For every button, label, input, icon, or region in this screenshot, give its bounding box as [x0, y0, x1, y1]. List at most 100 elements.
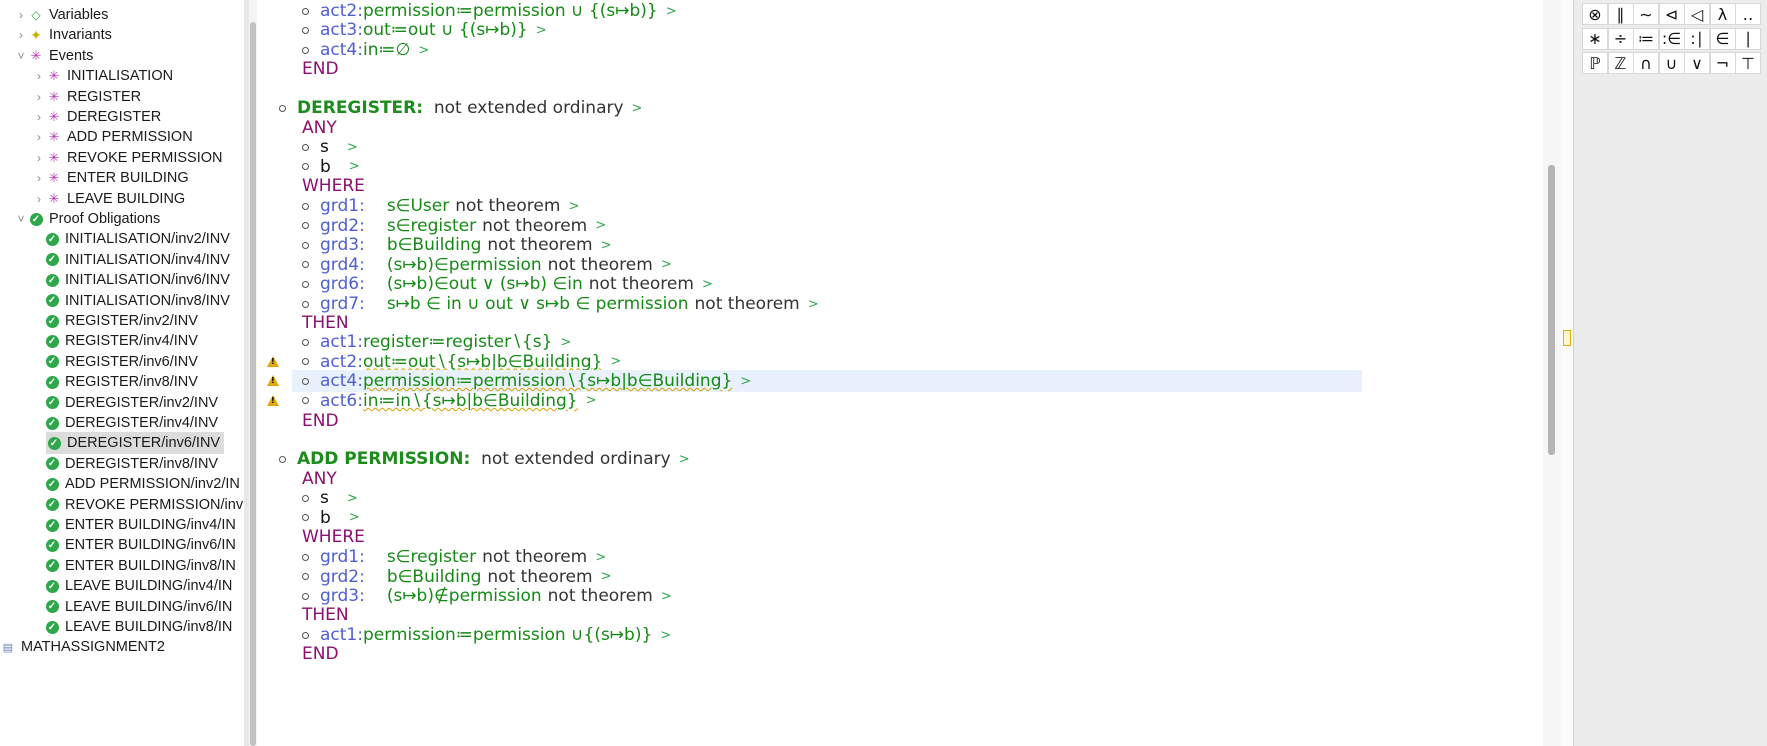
chevron-right-icon[interactable]: >: [347, 491, 358, 506]
guard-predicate[interactable]: (s↦b)∈permission: [387, 255, 542, 275]
tree-item[interactable]: ✓ INITIALISATION/inv2/INV: [44, 228, 230, 250]
chevron-right-icon[interactable]: ›: [32, 130, 46, 144]
chevron-right-icon[interactable]: >: [661, 589, 672, 604]
event-header-deregister[interactable]: DEREGISTER: not extended ordinary >: [279, 97, 642, 119]
chevron-right-icon[interactable]: ›: [14, 8, 28, 22]
tree-item[interactable]: › ◇ Variables: [14, 4, 108, 26]
chevron-right-icon[interactable]: >: [536, 23, 547, 38]
symbol-button[interactable]: λ: [1709, 3, 1736, 25]
chevron-right-icon[interactable]: >: [349, 510, 360, 525]
chevron-right-icon[interactable]: ›: [32, 69, 46, 83]
tree-item[interactable]: ˅ ✓ Proof Obligations: [14, 208, 160, 230]
symbol-button[interactable]: ∩: [1633, 52, 1659, 74]
tree-item[interactable]: ✓ INITIALISATION/inv4/INV: [44, 249, 230, 271]
action-predicate[interactable]: out≔out∖{s↦b|b∈Building}: [363, 352, 602, 372]
symbol-button[interactable]: ⊗: [1582, 3, 1608, 25]
chevron-right-icon[interactable]: >: [347, 140, 358, 155]
action-row[interactable]: act6: in≔in∖{s↦b|b∈Building} >: [302, 390, 597, 412]
chevron-right-icon[interactable]: >: [666, 4, 677, 19]
chevron-right-icon[interactable]: >: [661, 257, 672, 272]
symbol-button[interactable]: ∪: [1658, 52, 1685, 74]
event-extended-attr[interactable]: not extended ordinary: [434, 98, 624, 118]
symbol-button[interactable]: ÷: [1607, 27, 1634, 50]
tree-item[interactable]: › ✳ REVOKE PERMISSION: [32, 147, 223, 169]
guard-theorem-attr[interactable]: not theorem: [548, 586, 653, 606]
symbol-button[interactable]: ≔: [1633, 27, 1659, 50]
chevron-right-icon[interactable]: ›: [14, 28, 28, 42]
guard-row[interactable]: grd7: s↦b ∈ in ∪ out ∨ s↦b ∈ permission no…: [302, 293, 819, 315]
symbol-button[interactable]: ∨: [1684, 52, 1710, 74]
tree-item[interactable]: ✓ DEREGISTER/inv2/INV: [44, 392, 218, 414]
chevron-right-icon[interactable]: ›: [32, 90, 46, 104]
symbol-button[interactable]: :∈: [1658, 27, 1685, 50]
action-row[interactable]: act1: permission≔permission ∪{(s↦b)} >: [302, 624, 671, 646]
guard-label[interactable]: grd1:: [320, 547, 365, 567]
chevron-right-icon[interactable]: >: [679, 452, 690, 467]
guard-theorem-attr[interactable]: not theorem: [482, 216, 587, 236]
guard-predicate[interactable]: s∈register: [387, 547, 476, 567]
tree-item[interactable]: ▤ MATHASSIGNMENT2: [0, 636, 165, 658]
guard-label[interactable]: grd2:: [320, 216, 365, 236]
parameter-name[interactable]: b: [320, 508, 331, 528]
guard-predicate[interactable]: (s↦b)∉permission: [387, 586, 542, 606]
machine-editor[interactable]: ! ! ! act2: permission≔permission ∪ {(s↦b…: [257, 0, 1547, 746]
symbol-button[interactable]: ⊤: [1735, 52, 1761, 74]
tree-item[interactable]: ✓ INITIALISATION/inv8/INV: [44, 290, 230, 312]
tree-item[interactable]: ˅ ✳ Events: [14, 45, 93, 67]
action-predicate[interactable]: out≔out ∪ {(s↦b)}: [363, 20, 528, 40]
guard-predicate[interactable]: s↦b ∈ in ∪ out ∨ s↦b ∈ permission: [387, 294, 689, 314]
symbol-button[interactable]: ◁: [1684, 3, 1710, 25]
tree-item[interactable]: ✓ LEAVE BUILDING/inv8/IN: [44, 616, 232, 638]
chevron-right-icon[interactable]: >: [595, 550, 606, 565]
editor-scroll-thumb[interactable]: [1548, 165, 1555, 455]
tree-item[interactable]: › ✳ ADD PERMISSION: [32, 126, 193, 148]
chevron-right-icon[interactable]: ›: [32, 171, 46, 185]
guard-theorem-attr[interactable]: not theorem: [487, 567, 592, 587]
tree-item[interactable]: ✓ ENTER BUILDING/inv4/IN: [44, 514, 236, 536]
guard-label[interactable]: grd3:: [320, 586, 365, 606]
action-label[interactable]: act6:: [320, 391, 363, 411]
chevron-right-icon[interactable]: >: [660, 628, 671, 643]
guard-theorem-attr[interactable]: not theorem: [487, 235, 592, 255]
guard-theorem-attr[interactable]: not theorem: [589, 274, 694, 294]
parameter-name[interactable]: s: [320, 137, 329, 157]
chevron-right-icon[interactable]: >: [610, 354, 621, 369]
tree-item[interactable]: ✓ REGISTER/inv8/INV: [44, 371, 198, 393]
chevron-right-icon[interactable]: >: [568, 199, 579, 214]
guard-label[interactable]: grd2:: [320, 567, 365, 587]
chevron-right-icon[interactable]: ›: [32, 151, 46, 165]
guard-label[interactable]: grd1:: [320, 196, 365, 216]
action-predicate[interactable]: in≔in∖{s↦b|b∈Building}: [363, 391, 578, 411]
symbol-button[interactable]: ⊲: [1658, 3, 1685, 25]
chevron-right-icon[interactable]: >: [560, 335, 571, 350]
symbol-button[interactable]: ℤ: [1607, 52, 1634, 74]
guard-label[interactable]: grd4:: [320, 255, 365, 275]
action-predicate[interactable]: register≔register∖{s}: [363, 332, 552, 352]
tree-item[interactable]: › ✳ LEAVE BUILDING: [32, 188, 185, 210]
tree-item[interactable]: › ✳ ENTER BUILDING: [32, 167, 189, 189]
tree-item[interactable]: ✓ LEAVE BUILDING/inv6/IN: [44, 596, 232, 618]
tree-item[interactable]: ✓ ENTER BUILDING/inv8/IN: [44, 555, 236, 577]
chevron-right-icon[interactable]: >: [702, 277, 713, 292]
guard-theorem-attr[interactable]: not theorem: [695, 294, 800, 314]
guard-label[interactable]: grd7:: [320, 294, 365, 314]
tree-item[interactable]: ✓ DEREGISTER/inv4/INV: [44, 412, 218, 434]
guard-predicate[interactable]: b∈Building: [387, 567, 482, 587]
symbol-button[interactable]: ∥: [1607, 3, 1634, 25]
overview-ruler-marker[interactable]: [1563, 330, 1571, 346]
symbol-button[interactable]: ‥: [1735, 3, 1761, 25]
symbol-button[interactable]: ∣: [1735, 27, 1761, 50]
chevron-right-icon[interactable]: >: [349, 159, 360, 174]
chevron-right-icon[interactable]: >: [601, 238, 612, 253]
tree-item[interactable]: ✓ REVOKE PERMISSION/inv: [44, 494, 243, 516]
action-label[interactable]: act4:: [320, 371, 363, 391]
parameter-name[interactable]: b: [320, 157, 331, 177]
symbol-button[interactable]: :∣: [1684, 27, 1710, 50]
guard-predicate[interactable]: (s↦b)∈out ∨ (s↦b) ∈in: [387, 274, 583, 294]
tree-item[interactable]: ✓ INITIALISATION/inv6/INV: [44, 269, 230, 291]
tree-item[interactable]: › ✳ REGISTER: [32, 86, 141, 108]
parameter-name[interactable]: s: [320, 488, 329, 508]
tree-item[interactable]: ✓ REGISTER/inv2/INV: [44, 310, 198, 332]
guard-label[interactable]: grd6:: [320, 274, 365, 294]
guard-theorem-attr[interactable]: not theorem: [482, 547, 587, 567]
